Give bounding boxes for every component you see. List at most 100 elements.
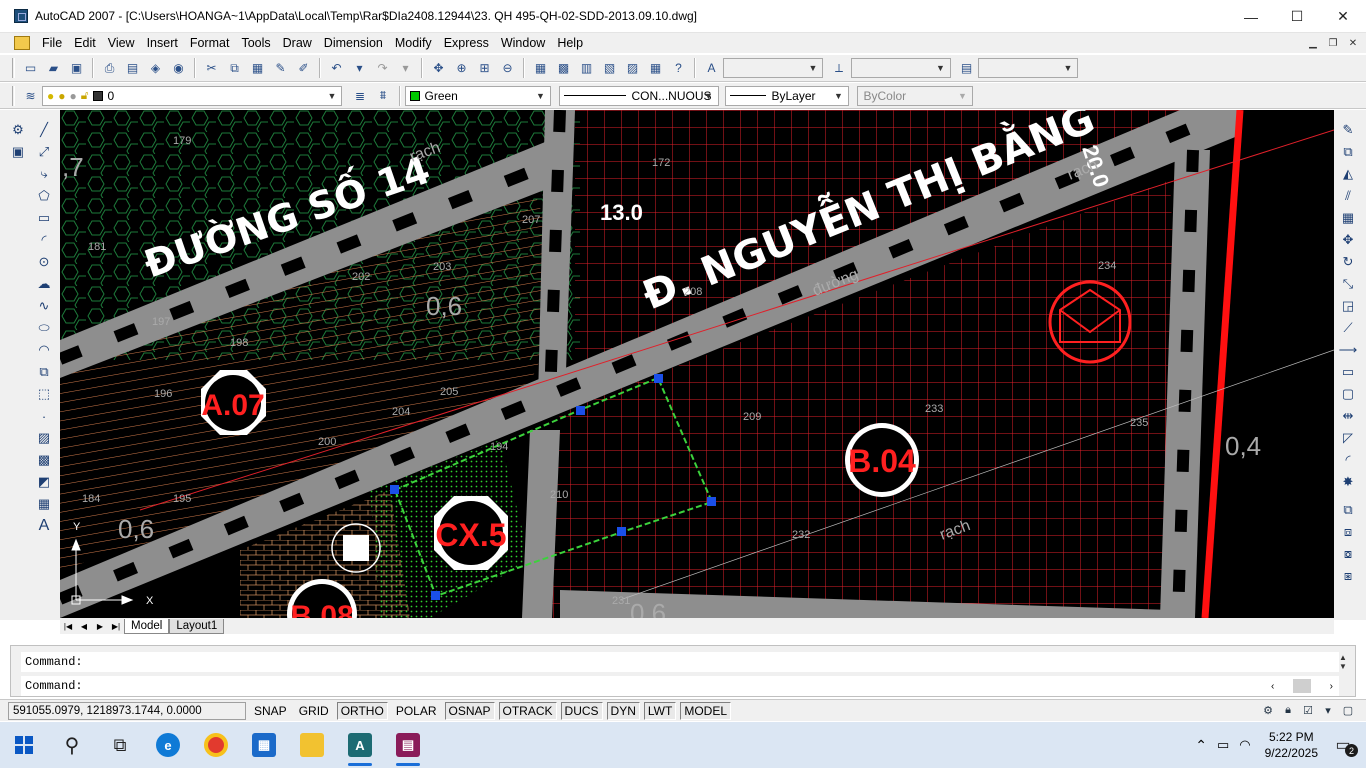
sheet-set-icon[interactable]: ▧ (600, 58, 620, 78)
first-tab-icon[interactable]: |◀ (60, 619, 76, 633)
clean-screen-icon[interactable]: ▢ (1340, 702, 1356, 718)
block-editor-icon[interactable]: ✐ (294, 58, 314, 78)
tab-model[interactable]: Model (124, 618, 170, 634)
toolbar-lock-icon[interactable]: 🔒︎ (1280, 702, 1296, 718)
scroll-left-icon[interactable]: ‹ (1271, 681, 1274, 692)
grip[interactable] (576, 406, 585, 415)
color-combo[interactable]: Green ▼ (404, 85, 551, 106)
send-to-back-icon[interactable]: ⧇ (1338, 544, 1358, 564)
dim-style-icon[interactable]: ⟂ (829, 58, 849, 78)
revision-cloud-icon[interactable]: ☁ (34, 274, 54, 294)
scale-icon[interactable]: ⤡ (1338, 274, 1358, 294)
zoom-window-icon[interactable]: ⊞ (475, 58, 495, 78)
menu-tools[interactable]: Tools (235, 33, 276, 53)
insert-block-icon[interactable]: ⧉ (34, 362, 54, 382)
redo-icon[interactable]: ↷ (373, 58, 393, 78)
trim-icon[interactable]: ⟋ (1338, 318, 1358, 338)
copy-icon[interactable]: ⧉ (225, 58, 245, 78)
ellipse-arc-icon[interactable]: ◠ (34, 340, 54, 360)
move-icon[interactable]: ✥ (1338, 230, 1358, 250)
explode-icon[interactable]: ✸ (1338, 472, 1358, 492)
command-horizontal-scroll[interactable]: ‹ › (1271, 677, 1333, 695)
coordinates-display[interactable]: 591055.0979, 1218973.1744, 0.0000 (8, 701, 246, 720)
search-button[interactable]: ⚲ (48, 722, 96, 768)
break-icon[interactable]: ▢ (1338, 384, 1358, 404)
plot-preview-icon[interactable]: ▤ (123, 58, 143, 78)
publish-icon[interactable]: ◈ (146, 58, 166, 78)
file-explorer-button[interactable] (288, 722, 336, 768)
status-toggle-polar[interactable]: POLAR (392, 702, 441, 720)
start-button[interactable] (0, 722, 48, 768)
table-style-icon[interactable]: ▤ (957, 58, 977, 78)
save-icon[interactable]: ▣ (67, 58, 87, 78)
status-toggle-model[interactable]: MODEL (680, 701, 732, 720)
command-input[interactable]: Command: (21, 676, 1339, 696)
menu-view[interactable]: View (102, 33, 141, 53)
menu-dimension[interactable]: Dimension (318, 33, 389, 53)
pan-icon[interactable]: ✥ (429, 58, 449, 78)
erase-icon[interactable]: ✎ (1338, 120, 1358, 140)
text-style-combo[interactable]: ▼ (723, 58, 823, 78)
open-icon[interactable]: ▰ (44, 58, 64, 78)
multiline-text-icon[interactable]: A (34, 516, 54, 536)
copy-object-icon[interactable]: ⧉ (1338, 142, 1358, 162)
status-menu-icon[interactable]: ▾ (1320, 702, 1336, 718)
make-object-layer-current-icon[interactable]: ≣ (350, 86, 370, 106)
minimize-button[interactable]: — (1228, 0, 1274, 33)
snap-from-icon[interactable]: ▣ (8, 142, 28, 162)
clock[interactable]: 5:22 PM 9/22/2025 (1265, 729, 1318, 761)
markup-icon[interactable]: ▨ (623, 58, 643, 78)
point-icon[interactable]: · (34, 406, 54, 426)
last-tab-icon[interactable]: ▶| (108, 619, 124, 633)
menu-file[interactable]: File (36, 33, 68, 53)
ellipse-icon[interactable]: ⬭ (34, 318, 54, 338)
polygon-icon[interactable]: ⬠ (34, 186, 54, 206)
menu-format[interactable]: Format (184, 33, 236, 53)
rectangle-icon[interactable]: ▭ (34, 208, 54, 228)
status-toggle-otrack[interactable]: OTRACK (498, 701, 557, 720)
drawing-area[interactable]: A.07 B.04 CX.5 B.08 ĐƯỜNG SỐ 14 Đ. NGUYỄ… (60, 110, 1334, 618)
snap-settings-icon[interactable]: ⚙ (8, 120, 28, 140)
layer-previous-icon[interactable]: ⩩ (373, 86, 393, 106)
winrar-taskbar-button[interactable]: ▤ (384, 722, 432, 768)
fillet-icon[interactable]: ◜ (1338, 450, 1358, 470)
spline-icon[interactable]: ∿ (34, 296, 54, 316)
grip[interactable] (431, 591, 440, 600)
communication-center-icon[interactable]: ⚙ (1260, 702, 1276, 718)
zoom-previous-icon[interactable]: ⊖ (498, 58, 518, 78)
chamfer-icon[interactable]: ◸ (1338, 428, 1358, 448)
notification-center-button[interactable]: ▭ 2 (1332, 735, 1358, 757)
battery-icon[interactable]: ▭ (1217, 737, 1229, 753)
table-style-combo[interactable]: ▼ (978, 58, 1078, 78)
bring-above-icon[interactable]: ⧆ (1338, 566, 1358, 586)
menu-help[interactable]: Help (551, 33, 589, 53)
toolbar-grip[interactable] (12, 58, 15, 78)
3d-dwf-icon[interactable]: ◉ (169, 58, 189, 78)
bring-to-front-icon[interactable]: ⧈ (1338, 522, 1358, 542)
toolbar-grip[interactable] (12, 85, 15, 106)
autocad-taskbar-button[interactable]: A (336, 722, 384, 768)
grip[interactable] (707, 497, 716, 506)
dim-style-combo[interactable]: ▼ (850, 58, 951, 78)
document-icon[interactable] (14, 36, 30, 50)
scroll-right-icon[interactable]: › (1330, 681, 1333, 692)
menu-express[interactable]: Express (438, 33, 495, 53)
show-hidden-icons-icon[interactable]: ⌃ (1195, 737, 1207, 754)
previous-tab-icon[interactable]: ◀ (76, 619, 92, 633)
linetype-combo[interactable]: CON...NUOUS ▼ (558, 85, 719, 106)
offset-icon[interactable]: ⫽ (1338, 186, 1358, 206)
hatch-icon[interactable]: ▨ (34, 428, 54, 448)
menu-insert[interactable]: Insert (141, 33, 184, 53)
status-toggle-ducs[interactable]: DUCS (560, 701, 603, 720)
wifi-icon[interactable]: ◠ (1239, 737, 1250, 753)
redo-dropdown-icon[interactable]: ▾ (396, 58, 416, 78)
status-toggle-snap[interactable]: SNAP (250, 702, 291, 720)
design-center-icon[interactable]: ▩ (554, 58, 574, 78)
zoom-realtime-icon[interactable]: ⊕ (452, 58, 472, 78)
annotation-scale-icon[interactable]: ☑ (1300, 702, 1316, 718)
polyline-icon[interactable]: ⤷ (34, 164, 54, 184)
help-icon[interactable]: ? (669, 58, 689, 78)
menu-edit[interactable]: Edit (68, 33, 102, 53)
close-button[interactable]: ✕ (1320, 0, 1366, 33)
undo-dropdown-icon[interactable]: ▾ (350, 58, 370, 78)
